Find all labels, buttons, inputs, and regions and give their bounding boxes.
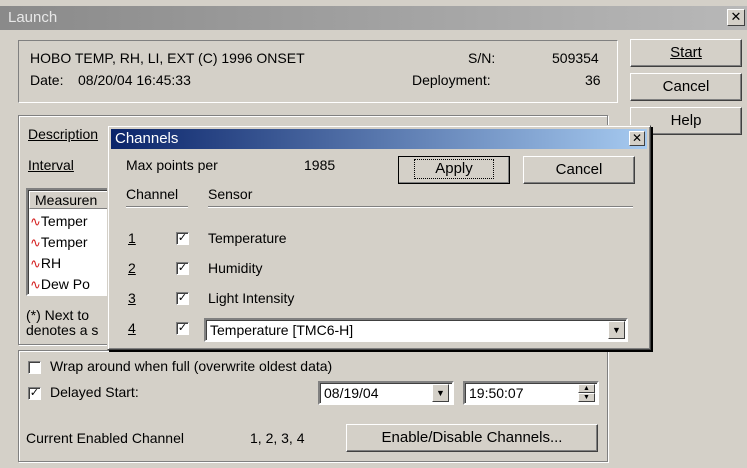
window-title: Launch	[8, 9, 58, 26]
help-label: Help	[670, 112, 702, 129]
list-item[interactable]: ∿RH	[30, 253, 90, 274]
measurements-header[interactable]: Measuren	[29, 191, 109, 209]
channel-4-checkbox[interactable]: ✓	[176, 322, 189, 335]
list-item-label: Temper	[40, 213, 88, 229]
list-item-label: Temper	[40, 234, 88, 250]
cancel-button[interactable]: Cancel	[630, 73, 742, 101]
date-label: Date:	[30, 72, 64, 88]
measurements-header-label: Measuren	[35, 192, 98, 208]
dialog-close-icon[interactable]: ✕	[629, 131, 645, 146]
channels-title: Channels	[115, 130, 179, 147]
date-dropdown-arrow-icon[interactable]: ▼	[432, 384, 449, 402]
date-value: 08/20/04 16:45:33	[78, 72, 191, 88]
channel-4-sensor-value: Temperature [TMC6-H]	[210, 322, 354, 338]
sensor-header-divider	[208, 206, 633, 208]
channel-3-sensor: Light Intensity	[208, 290, 295, 306]
channel-3-checkbox[interactable]: ✓	[176, 292, 189, 305]
start-label: Start	[670, 44, 702, 61]
start-button[interactable]: Start	[630, 39, 742, 67]
delayed-date-value: 08/19/04	[324, 385, 379, 401]
description-label: Description	[28, 126, 99, 142]
deployment-value: 36	[585, 72, 601, 88]
list-item[interactable]: ∿Dew Po	[30, 274, 90, 295]
launch-window: Launch ✕ HOBO TEMP, RH, LI, EXT (C) 1996…	[0, 0, 747, 468]
channel-number-2: 2	[128, 260, 136, 276]
list-item-label: RH	[40, 255, 62, 271]
channel-number-1: 1	[128, 230, 136, 246]
launch-title-bar[interactable]: Launch	[0, 6, 747, 30]
channels-dialog: Channels ✕ Max points per 1985 Apply Can…	[107, 125, 651, 350]
sensor-dropdown-arrow-icon[interactable]: ▼	[608, 321, 625, 339]
list-item-label: Dew Po	[40, 276, 90, 292]
channel-1-checkbox[interactable]: ✓	[176, 232, 189, 245]
line-chart-icon: ∿	[30, 214, 41, 229]
channel-1-sensor: Temperature	[208, 230, 287, 246]
list-item[interactable]: ∿Temper	[30, 211, 90, 232]
sn-label: S/N:	[468, 50, 496, 66]
delayed-start-checkbox[interactable]: ✓	[28, 387, 41, 400]
sensor-header: Sensor	[208, 186, 253, 202]
delayed-time-value: 19:50:07	[469, 385, 524, 401]
dialog-cancel-label: Cancel	[555, 161, 603, 178]
channel-2-sensor: Humidity	[208, 260, 263, 276]
channels-title-bar[interactable]: Channels	[111, 129, 647, 149]
device-name: HOBO TEMP, RH, LI, EXT (C) 1996 ONSET	[30, 50, 305, 66]
interval-label: Interval	[28, 157, 74, 173]
wrap-checkbox[interactable]	[28, 361, 41, 374]
max-points-value: 1985	[304, 157, 336, 173]
cancel-label: Cancel	[662, 78, 710, 95]
channel-number-4: 4	[128, 320, 136, 336]
sn-value: 509354	[552, 50, 599, 66]
line-chart-icon: ∿	[30, 235, 41, 250]
channel-number-3: 3	[128, 290, 136, 306]
time-spin-down-icon[interactable]: ▼	[578, 393, 595, 402]
channel-2-checkbox[interactable]: ✓	[176, 262, 189, 275]
enable-disable-channels-label: Enable/Disable Channels...	[381, 429, 563, 446]
list-item[interactable]: ∿Temper	[30, 232, 90, 253]
enabled-channel-label: Current Enabled Channel	[26, 430, 184, 446]
apply-label: Apply	[414, 159, 494, 179]
note-line-2: denotes a s	[26, 322, 99, 338]
channel-header-divider	[126, 206, 188, 208]
enabled-channel-value: 1, 2, 3, 4	[250, 430, 305, 446]
line-chart-icon: ∿	[30, 256, 41, 271]
enable-disable-channels-button[interactable]: Enable/Disable Channels...	[346, 424, 598, 452]
wrap-label: Wrap around when full (overwrite oldest …	[50, 358, 333, 374]
measurements-items: ∿Temper ∿Temper ∿RH ∿Dew Po	[30, 211, 90, 295]
close-icon[interactable]: ✕	[727, 9, 745, 26]
deployment-label: Deployment:	[412, 72, 491, 88]
channel-header: Channel	[126, 186, 179, 202]
channel-4-sensor-select[interactable]: Temperature [TMC6-H]	[204, 318, 628, 342]
time-spin-up-icon[interactable]: ▲	[578, 384, 595, 393]
apply-button[interactable]: Apply	[398, 156, 510, 184]
dialog-cancel-button[interactable]: Cancel	[523, 156, 635, 184]
max-points-label: Max points per	[126, 157, 218, 173]
line-chart-icon: ∿	[30, 277, 41, 292]
delayed-start-label: Delayed Start:	[50, 384, 139, 400]
note-line-1: (*) Next to	[26, 307, 90, 323]
